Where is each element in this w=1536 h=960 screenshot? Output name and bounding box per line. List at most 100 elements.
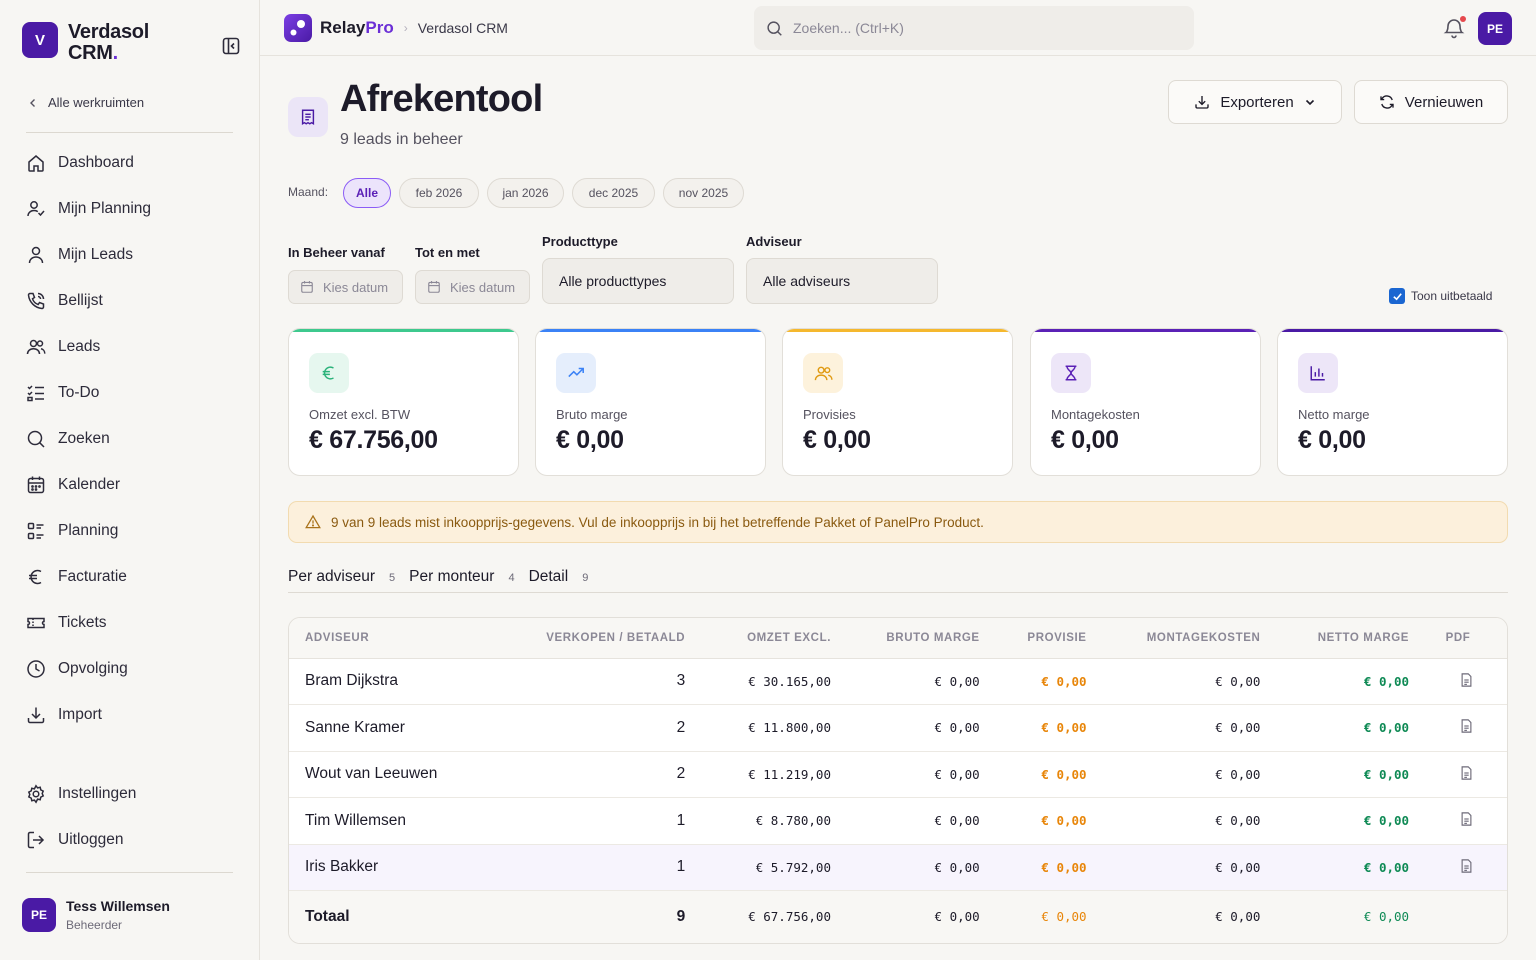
nav-label: Dashboard bbox=[58, 154, 134, 171]
nav-item-facturatie[interactable]: Facturatie bbox=[26, 554, 236, 600]
nav-item-zoeken[interactable]: Zoeken bbox=[26, 416, 236, 462]
nav-item-dashboard[interactable]: Dashboard bbox=[26, 140, 236, 186]
nav-item-planning[interactable]: Planning bbox=[26, 508, 236, 554]
nav-item-bellijst[interactable]: Bellijst bbox=[26, 278, 236, 324]
column-header[interactable]: Omzet excl. bbox=[701, 618, 847, 659]
tab-per-adviseur[interactable]: Per adviseur 5 bbox=[288, 568, 395, 586]
to-date-picker[interactable]: Kies datum bbox=[415, 270, 530, 304]
cell-gross-margin: € 0,00 bbox=[846, 797, 996, 845]
user-check-icon bbox=[27, 201, 45, 217]
nav-item-tickets[interactable]: Tickets bbox=[26, 600, 236, 646]
card-accent bbox=[783, 329, 1012, 332]
kpi-card-netto-marge: Netto marge € 0,00 bbox=[1277, 328, 1508, 476]
kpi-value: € 0,00 bbox=[1298, 426, 1366, 454]
cell-revenue: € 11.219,00 bbox=[701, 751, 847, 798]
table-row[interactable]: Bram Dijkstra 3 € 30.165,00 € 0,00 € 0,0… bbox=[289, 658, 1507, 705]
kpi-card-bruto-marge: Bruto marge € 0,00 bbox=[535, 328, 766, 476]
column-header[interactable]: Adviseur bbox=[289, 618, 519, 659]
current-user[interactable]: PE Tess Willemsen Beheerder bbox=[22, 898, 170, 932]
show-paid-checkbox[interactable] bbox=[1389, 288, 1405, 304]
column-header[interactable]: Montagekosten bbox=[1102, 618, 1277, 659]
pdf-cell bbox=[1425, 797, 1507, 845]
cell-revenue: € 5.792,00 bbox=[701, 844, 847, 891]
download-icon bbox=[1195, 96, 1209, 109]
nav-item-mijn-planning[interactable]: Mijn Planning bbox=[26, 186, 236, 232]
sidebar-collapse-icon[interactable] bbox=[222, 37, 240, 55]
table-header-row: Adviseur Verkopen / Betaald Omzet excl. … bbox=[289, 618, 1507, 659]
cell-total-net-margin: € 0,00 bbox=[1276, 890, 1426, 943]
tab-detail[interactable]: Detail 9 bbox=[529, 568, 589, 586]
user-role: Beheerder bbox=[66, 918, 123, 932]
cell-advisor: Sanne Kramer bbox=[289, 704, 519, 752]
export-label: Exporteren bbox=[1220, 93, 1294, 111]
column-header[interactable]: Netto marge bbox=[1276, 618, 1426, 659]
column-header[interactable]: Verkopen / Betaald bbox=[518, 618, 702, 659]
tab-per-monteur[interactable]: Per monteur 4 bbox=[409, 568, 514, 586]
column-header[interactable]: Provisie bbox=[995, 618, 1103, 659]
global-search[interactable] bbox=[754, 6, 1194, 50]
notification-dot bbox=[1460, 16, 1466, 22]
advisor-select[interactable]: Alle adviseurs bbox=[746, 258, 938, 304]
export-button[interactable]: Exporteren bbox=[1168, 80, 1342, 124]
month-pill-jan-2026[interactable]: jan 2026 bbox=[487, 178, 564, 208]
brand[interactable]: V Verdasol CRM. bbox=[22, 22, 178, 64]
producttype-select[interactable]: Alle producttypes bbox=[542, 258, 734, 304]
file-pdf-icon[interactable] bbox=[1460, 859, 1473, 873]
kpi-label: Bruto marge bbox=[556, 407, 628, 422]
table-row[interactable]: Sanne Kramer 2 € 11.800,00 € 0,00 € 0,00… bbox=[289, 704, 1507, 752]
column-header[interactable]: Bruto marge bbox=[846, 618, 996, 659]
file-pdf-icon[interactable] bbox=[1460, 719, 1473, 733]
month-pill-dec-2025[interactable]: dec 2025 bbox=[572, 178, 655, 208]
nav-item-uitloggen[interactable]: Uitloggen bbox=[26, 817, 236, 863]
cell-gross-margin: € 0,00 bbox=[846, 844, 996, 891]
nav-label: Instellingen bbox=[58, 785, 137, 802]
table-row[interactable]: Wout van Leeuwen 2 € 11.219,00 € 0,00 € … bbox=[289, 751, 1507, 798]
user-icon bbox=[28, 246, 44, 264]
cell-advisor: Bram Dijkstra bbox=[289, 658, 519, 705]
gear-icon bbox=[27, 784, 45, 804]
file-pdf-icon[interactable] bbox=[1460, 766, 1473, 780]
nav-item-mijn-leads[interactable]: Mijn Leads bbox=[26, 232, 236, 278]
back-to-workspaces[interactable]: Alle werkruimten bbox=[28, 95, 144, 110]
page-subtitle: 9 leads in beheer bbox=[340, 131, 463, 148]
nav-item-instellingen[interactable]: Instellingen bbox=[26, 771, 236, 817]
avatar[interactable]: PE bbox=[1478, 12, 1512, 45]
month-pill-nov-2025[interactable]: nov 2025 bbox=[663, 178, 744, 208]
file-pdf-icon[interactable] bbox=[1460, 673, 1473, 687]
calendar-icon bbox=[27, 476, 45, 494]
card-accent bbox=[289, 329, 518, 332]
download-icon bbox=[27, 707, 45, 724]
breadcrumb[interactable]: Verdasol CRM bbox=[418, 20, 508, 36]
table-row[interactable]: Iris Bakker 1 € 5.792,00 € 0,00 € 0,00 €… bbox=[289, 844, 1507, 891]
refresh-button[interactable]: Vernieuwen bbox=[1354, 80, 1508, 124]
nav-item-todo[interactable]: To-Do bbox=[26, 370, 236, 416]
nav-item-kalender[interactable]: Kalender bbox=[26, 462, 236, 508]
show-paid-toggle[interactable]: Toon uitbetaald bbox=[1389, 288, 1492, 304]
column-header: PDF bbox=[1425, 618, 1507, 659]
cell-commission: € 0,00 bbox=[995, 658, 1103, 705]
ticket-icon bbox=[27, 617, 45, 629]
cell-total-sales: 9 bbox=[518, 890, 702, 943]
relaypro-logo[interactable]: RelayPro › Verdasol CRM bbox=[284, 14, 508, 42]
nav-item-leads[interactable]: Leads bbox=[26, 324, 236, 370]
tab-count: 9 bbox=[582, 572, 589, 584]
receipt-icon bbox=[288, 97, 328, 137]
file-pdf-icon[interactable] bbox=[1460, 812, 1473, 826]
nav-item-opvolging[interactable]: Opvolging bbox=[26, 646, 236, 692]
search-input[interactable] bbox=[793, 20, 1173, 36]
from-date-picker[interactable]: Kies datum bbox=[288, 270, 403, 304]
cell-revenue: € 30.165,00 bbox=[701, 658, 847, 705]
cell-total-label: Totaal bbox=[289, 890, 519, 943]
month-pill-alle[interactable]: Alle bbox=[343, 178, 391, 208]
kpi-label: Provisies bbox=[803, 407, 856, 422]
table-row[interactable]: Tim Willemsen 1 € 8.780,00 € 0,00 € 0,00… bbox=[289, 797, 1507, 845]
kpi-card-omzet: Omzet excl. BTW € 67.756,00 bbox=[288, 328, 519, 476]
month-filter-label: Maand: bbox=[288, 185, 329, 199]
cell-sales: 2 bbox=[518, 751, 702, 798]
kpi-value: € 0,00 bbox=[1051, 426, 1119, 454]
nav-item-import[interactable]: Import bbox=[26, 692, 236, 738]
month-pill-feb-2026[interactable]: feb 2026 bbox=[399, 178, 479, 208]
show-paid-label: Toon uitbetaald bbox=[1411, 289, 1493, 303]
nav-label: Mijn Leads bbox=[58, 246, 133, 263]
cell-revenue: € 8.780,00 bbox=[701, 797, 847, 845]
